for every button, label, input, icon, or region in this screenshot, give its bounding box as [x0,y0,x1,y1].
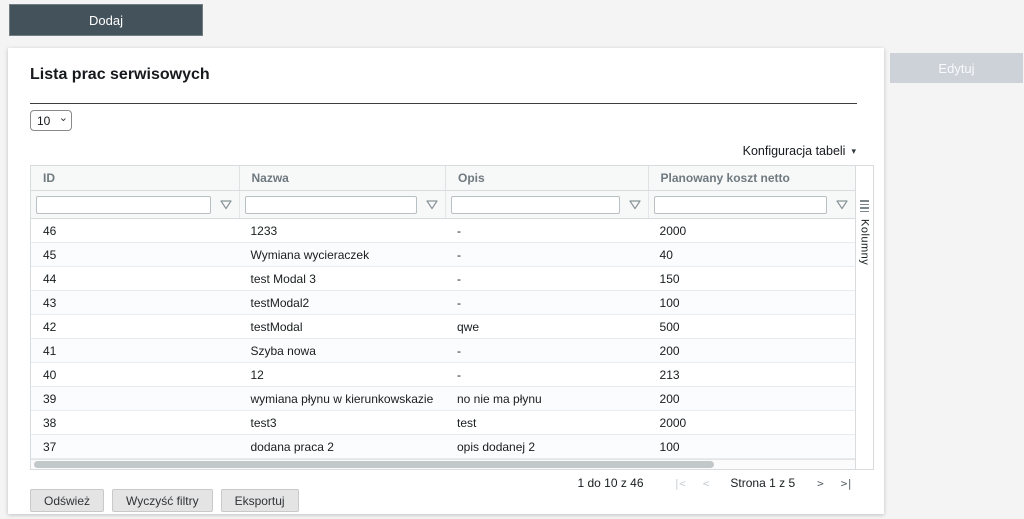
table-row[interactable]: 44 test Modal 3 - 150 [31,267,855,291]
filter-funnel-icon[interactable] [836,199,848,210]
caret-down-icon: ▾ [851,145,856,156]
cell-nazwa: Wymiana wycieraczek [250,247,370,262]
filter-input-koszt[interactable] [653,195,828,214]
column-header-nazwa[interactable]: Nazwa [238,166,446,190]
filter-funnel-icon[interactable] [219,199,232,210]
filter-input-id[interactable] [36,195,211,214]
refresh-button[interactable]: Odśwież [30,489,105,512]
filter-funnel-icon[interactable] [426,199,438,210]
pagination: 1 do 10 z 46 |< < Strona 1 z 5 > >| [577,475,856,491]
columns-panel-label: Kolumny [858,219,871,266]
horizontal-scrollbar[interactable] [31,459,855,469]
filter-input-opis[interactable] [451,195,620,214]
table-row[interactable]: 37 dodana praca 2 opis dodanej 2 100 [31,435,855,459]
cell-koszt: 150 [659,271,680,286]
table-row[interactable]: 45 Wymiana wycieraczek - 40 [31,243,855,267]
cell-koszt: 200 [659,343,680,358]
first-page-button[interactable]: |< [670,477,689,490]
filter-cell-koszt [647,191,856,218]
cell-nazwa: Szyba nowa [250,343,316,358]
filter-funnel-icon[interactable] [628,199,641,210]
cell-koszt: 40 [659,247,673,262]
cell-nazwa: test3 [250,415,277,430]
cell-koszt: 500 [659,319,680,334]
cell-koszt: 100 [659,295,680,310]
cell-id: 46 [43,223,57,238]
cell-koszt: 200 [659,391,680,406]
cell-id: 43 [43,295,57,310]
page-size-select[interactable]: 10 [30,110,72,131]
last-page-button[interactable]: >| [837,477,856,490]
cell-id: 38 [43,415,57,430]
cell-nazwa: wymiana płynu w kierunkowskazie [250,391,434,406]
cell-id: 41 [43,343,57,358]
horizontal-scrollbar-thumb[interactable] [34,461,714,468]
edit-button[interactable]: Edytuj [890,53,1023,83]
column-header-opis[interactable]: Opis [445,166,648,190]
cell-nazwa: testModal2 [250,295,310,310]
cell-opis: opis dodanej 2 [457,439,536,454]
cell-id: 44 [43,271,57,286]
cell-nazwa: 1233 [250,223,278,238]
cell-opis: no nie ma płynu [457,391,542,406]
cell-id: 45 [43,247,57,262]
pagination-page-label: Strona 1 z 5 [730,476,796,490]
cell-opis: qwe [457,319,480,334]
add-button[interactable]: Dodaj [9,4,203,36]
cell-nazwa: test Modal 3 [250,271,316,286]
table-row[interactable]: 39 wymiana płynu w kierunkowskazie no nie … [31,387,855,411]
cell-opis: - [457,223,461,238]
cell-koszt: 213 [659,367,680,382]
table-config-dropdown[interactable]: Konfiguracja tabeli ▾ [743,144,856,158]
table-row[interactable]: 40 12 - 213 [31,363,855,387]
prev-page-button[interactable]: < [699,477,713,490]
cell-nazwa: 12 [250,367,264,382]
columns-icon [860,200,869,212]
page-title: Lista prac serwisowych [30,66,210,83]
next-page-button[interactable]: > [813,477,827,490]
cell-id: 37 [43,439,57,454]
table-config-label: Konfiguracja tabeli [742,144,846,158]
pagination-summary: 1 do 10 z 46 [577,476,644,490]
page-size-select-wrap: 10 ⌄ [30,110,72,131]
cell-koszt: 2000 [659,415,687,430]
filter-cell-id [31,191,239,218]
data-table: ID Nazwa Opis Planowany koszt netto 46 1233 -… [30,165,875,470]
table-body: 46 1233 - 2000 45 Wymiana wycieraczek - 40 44 tes… [31,219,855,459]
cell-opis: - [457,247,461,262]
table-row[interactable]: 43 testModal2 - 100 [31,291,855,315]
cell-opis: - [457,271,461,286]
table-filter-row [31,191,855,219]
table-row[interactable]: 38 test3 test 2000 [31,411,855,435]
cell-opis: test [457,415,477,430]
table-row[interactable]: 41 Szyba nowa - 200 [31,339,855,363]
columns-panel-tab[interactable]: Kolumny [855,165,874,470]
cell-opis: - [457,367,461,382]
service-works-card: Lista prac serwisowych 10 ⌄ Konfiguracja… [8,48,884,514]
title-divider [30,103,857,104]
cell-koszt: 2000 [659,223,687,238]
cell-opis: - [457,343,461,358]
filter-cell-opis [445,191,648,218]
table-row[interactable]: 46 1233 - 2000 [31,219,855,243]
column-header-id[interactable]: ID [31,166,239,190]
table-header-row: ID Nazwa Opis Planowany koszt netto [31,166,855,191]
filter-input-nazwa[interactable] [244,195,417,214]
cell-nazwa: testModal [250,319,303,334]
cell-opis: - [457,295,461,310]
footer-buttons: Odśwież Wyczyść filtry Eksportuj [30,489,299,512]
table-row[interactable]: 42 testModal qwe 500 [31,315,855,339]
column-header-koszt[interactable]: Planowany koszt netto [647,166,856,190]
export-button[interactable]: Eksportuj [220,489,299,512]
cell-id: 40 [43,367,57,382]
cell-id: 39 [43,391,57,406]
grid: ID Nazwa Opis Planowany koszt netto 46 1233 -… [30,165,856,470]
cell-id: 42 [43,319,57,334]
cell-nazwa: dodana praca 2 [250,439,334,454]
clear-filters-button[interactable]: Wyczyść filtry [112,489,213,512]
cell-koszt: 100 [659,439,680,454]
filter-cell-nazwa [238,191,446,218]
